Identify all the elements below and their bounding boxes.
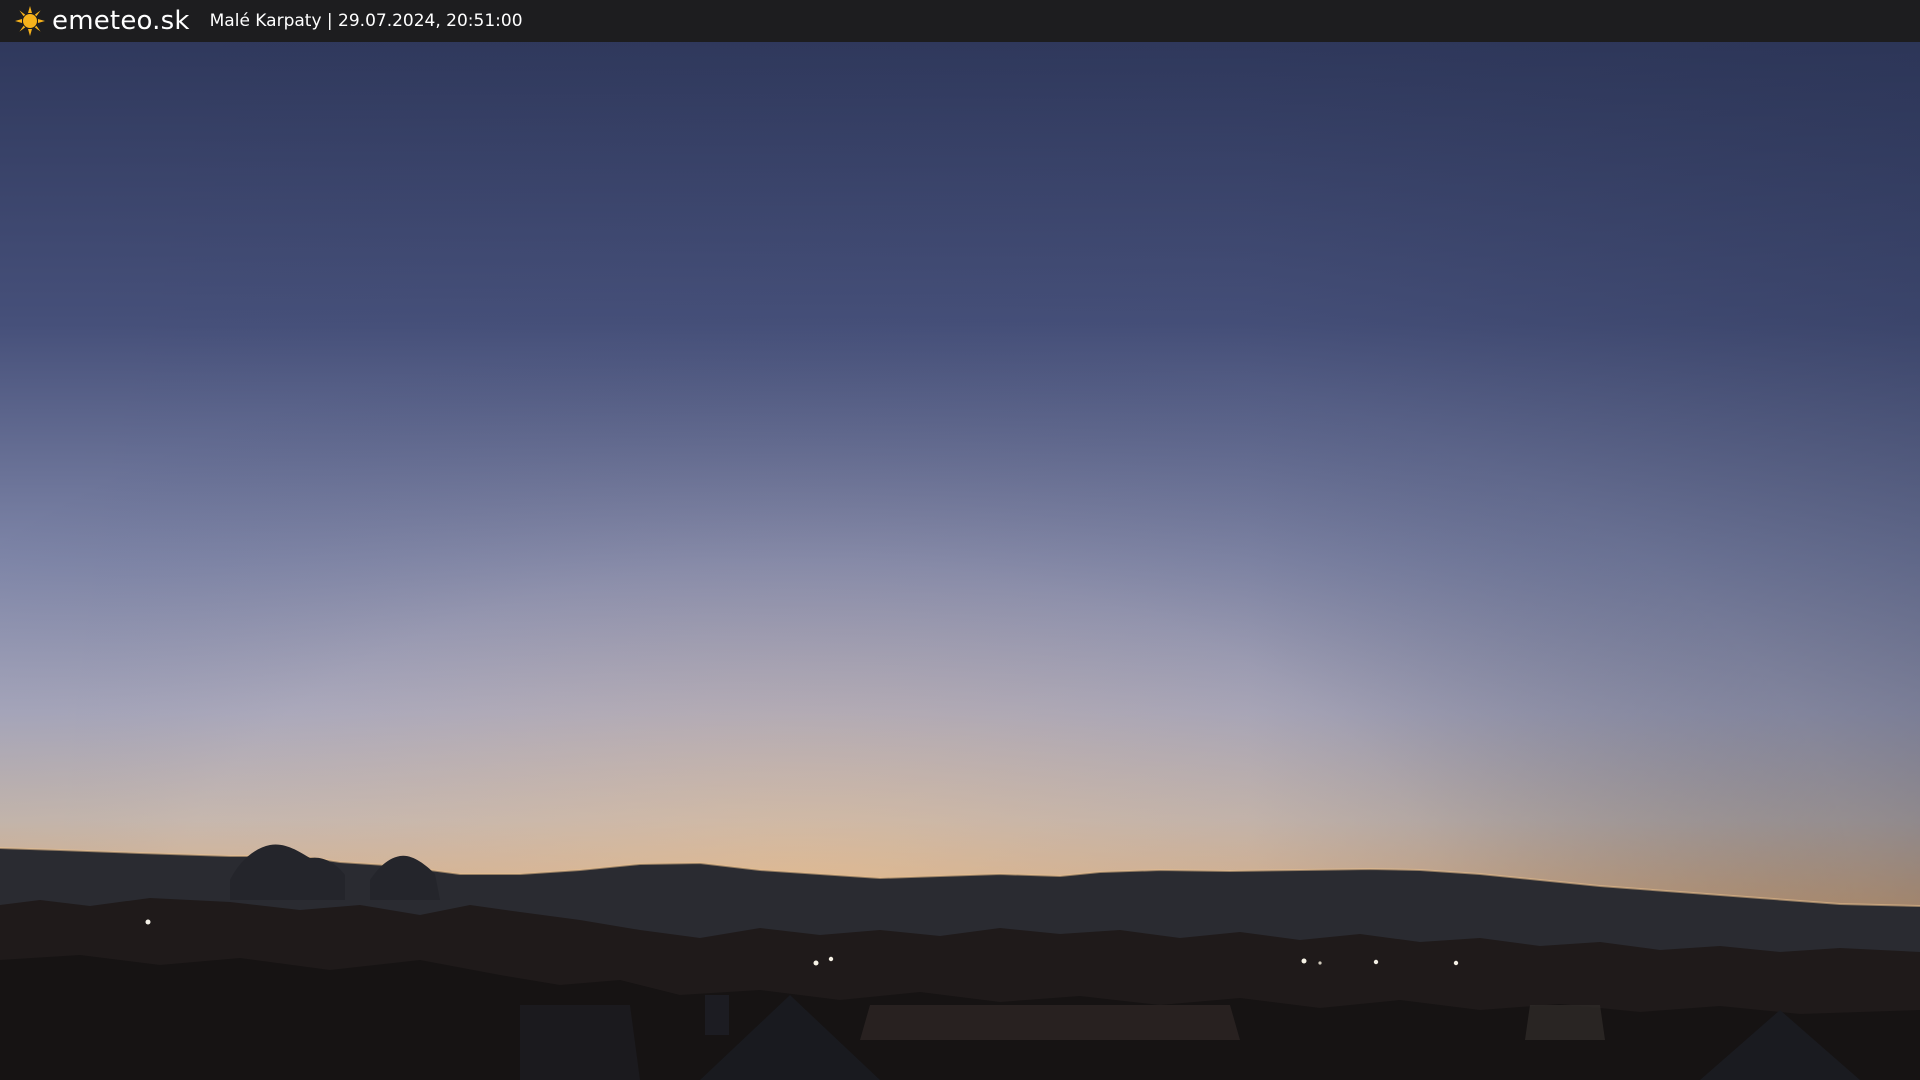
field-right: [1525, 1005, 1605, 1040]
dusk-landscape: [0, 0, 1920, 1080]
webcam-image: [0, 0, 1920, 1080]
town-light: [1373, 959, 1379, 965]
town-light: [1301, 958, 1307, 964]
town-light: [1318, 961, 1322, 965]
town-light: [813, 960, 819, 966]
webcam-header-bar: emeteo.sk Malé Karpaty | 29.07.2024, 20:…: [0, 0, 1920, 42]
brand-logo-text: emeteo.sk: [52, 6, 190, 36]
town-light: [145, 919, 151, 925]
town-light: [1453, 960, 1459, 966]
town-light: [828, 956, 834, 962]
chimney: [705, 995, 729, 1035]
field: [860, 1005, 1240, 1040]
house-roof-left: [520, 1005, 640, 1080]
location-timestamp-caption: Malé Karpaty | 29.07.2024, 20:51:00: [209, 11, 523, 31]
sun-icon: [15, 6, 45, 36]
